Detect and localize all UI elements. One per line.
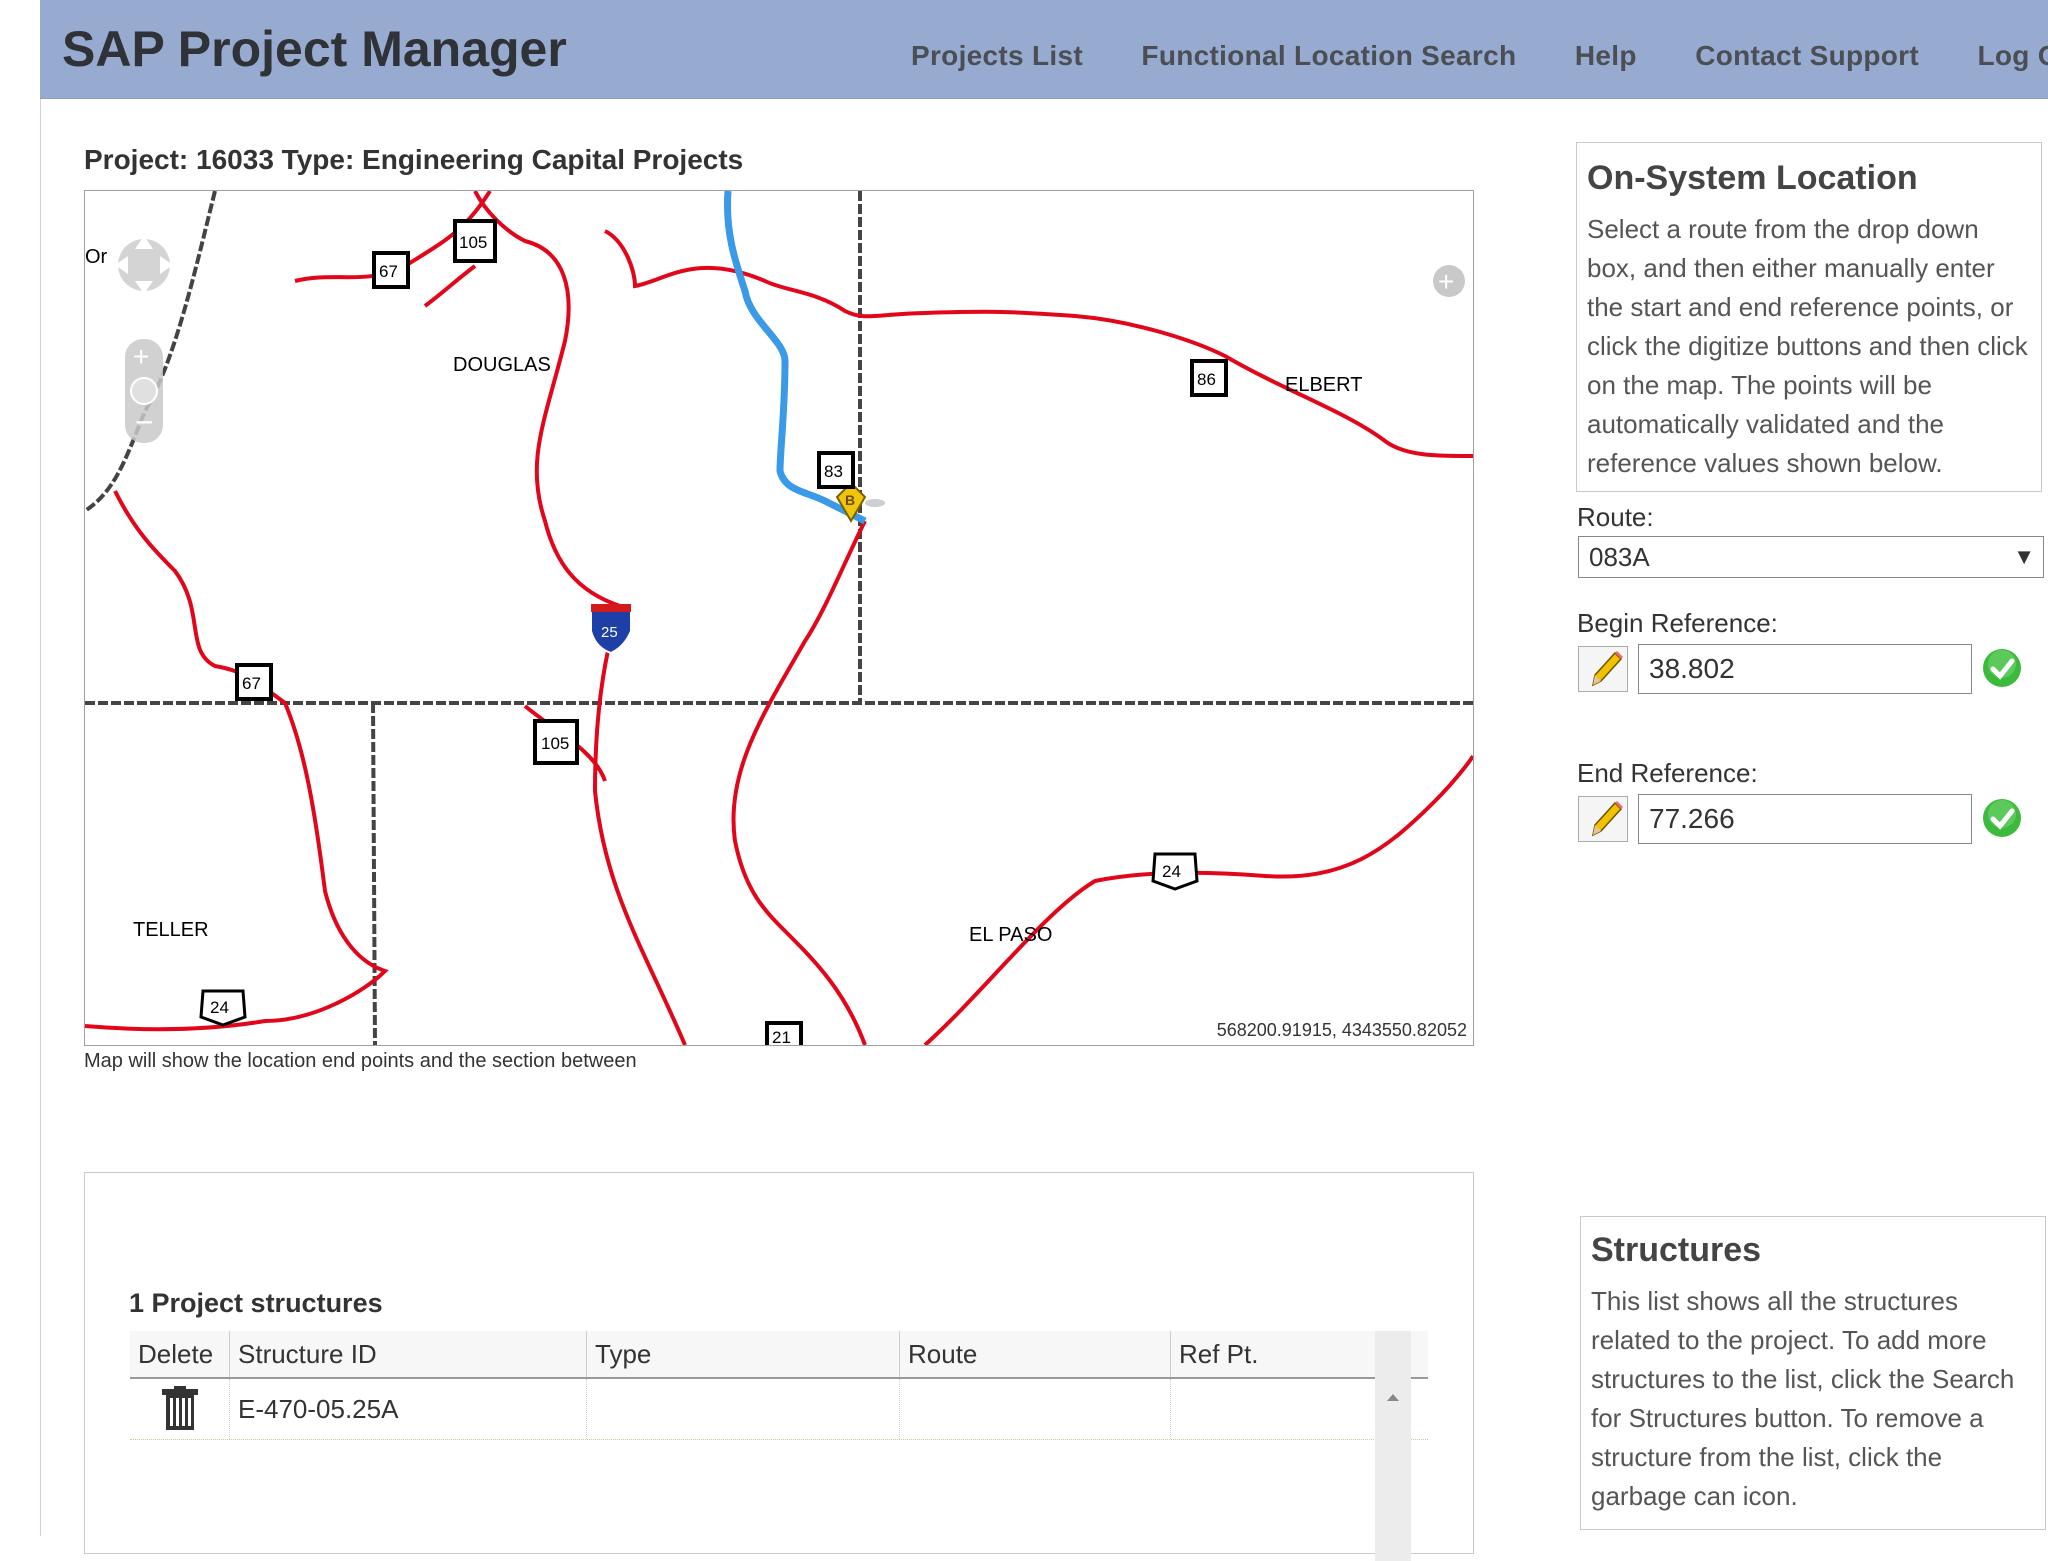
cell-route — [900, 1379, 1171, 1439]
map-canvas[interactable]: DOUGLAS ELBERT TELLER EL PASO Or 67 105 … — [85, 191, 1473, 1045]
svg-text:105: 105 — [541, 734, 569, 753]
cell-type — [587, 1379, 900, 1439]
svg-text:86: 86 — [1197, 370, 1216, 389]
marker-b-label: B — [845, 492, 855, 508]
top-nav: Projects List Functional Location Search… — [911, 40, 2048, 72]
end-reference-input[interactable]: 77.266 — [1638, 794, 1972, 844]
county-labels: DOUGLAS ELBERT TELLER EL PASO Or — [85, 246, 1362, 946]
nav-log-out[interactable]: Log Ou — [1977, 40, 2048, 72]
nav-contact-support[interactable]: Contact Support — [1695, 40, 1919, 72]
cell-structure-id: E-470-05.25A — [230, 1379, 587, 1439]
route-select-value: 083A — [1589, 542, 1650, 572]
map-viewport[interactable]: DOUGLAS ELBERT TELLER EL PASO Or 67 105 … — [84, 190, 1474, 1046]
cell-ref-pt — [1171, 1379, 1378, 1439]
county-label-el-paso: EL PASO — [969, 924, 1052, 946]
col-structure-id[interactable]: Structure ID — [230, 1331, 587, 1377]
pencil-icon — [1591, 801, 1623, 837]
trash-can-icon[interactable] — [160, 1386, 200, 1432]
col-ref-pt[interactable]: Ref Pt. — [1171, 1331, 1378, 1377]
nav-functional-location-search[interactable]: Functional Location Search — [1141, 40, 1516, 72]
begin-digitize-button[interactable] — [1578, 646, 1628, 692]
county-label-douglas: DOUGLAS — [453, 354, 551, 376]
zoom-out-icon[interactable]: − — [135, 404, 154, 440]
begin-reference-input[interactable]: 38.802 — [1638, 644, 1972, 694]
route-select[interactable]: 083A ▼ — [1578, 536, 2044, 578]
structures-help-panel: Structures This list shows all the struc… — [1580, 1216, 2046, 1530]
structures-panel-title: Structures — [1591, 1231, 1762, 1269]
col-route[interactable]: Route — [900, 1331, 1171, 1377]
structures-grid: Delete Structure ID Type Route Ref Pt. E… — [130, 1331, 1428, 1440]
structures-panel-description: This list shows all the structures relat… — [1591, 1286, 2015, 1511]
chevron-down-icon[interactable]: ▼ — [2013, 537, 2035, 577]
pencil-icon — [1591, 651, 1623, 687]
col-delete[interactable]: Delete — [130, 1331, 230, 1377]
road-network — [85, 191, 1473, 1045]
svg-text:83: 83 — [824, 462, 843, 481]
county-label-partial: Or — [85, 246, 108, 268]
grid-header: Delete Structure ID Type Route Ref Pt. — [130, 1331, 1428, 1379]
county-borders — [85, 191, 1473, 1045]
svg-text:25: 25 — [601, 624, 618, 641]
route-label: Route: — [1577, 502, 1654, 532]
table-row[interactable]: E-470-05.25A — [130, 1379, 1428, 1440]
zoom-world-icon[interactable] — [130, 377, 158, 405]
on-system-description: Select a route from the drop down box, a… — [1587, 214, 2028, 478]
begin-reference-label: Begin Reference: — [1577, 608, 1778, 638]
nav-help[interactable]: Help — [1575, 40, 1637, 72]
svg-text:105: 105 — [459, 233, 487, 252]
svg-text:21: 21 — [772, 1028, 791, 1045]
layer-switcher-plus-icon[interactable]: + — [1438, 266, 1454, 297]
zoom-in-icon[interactable]: + — [133, 341, 149, 372]
app-title: SAP Project Manager — [62, 21, 567, 77]
left-gutter — [0, 0, 41, 1536]
scroll-up-icon[interactable] — [1375, 1381, 1411, 1411]
route-shields: 67 105 86 83 25 67 105 24 24 21 — [199, 219, 1228, 1045]
structures-count: 1 Project structures — [129, 1288, 383, 1318]
map-zoom-controls: + − + — [115, 236, 1465, 443]
map-caption: Map will show the location end points an… — [84, 1050, 637, 1072]
county-label-elbert: ELBERT — [1285, 374, 1362, 396]
svg-text:67: 67 — [379, 262, 398, 281]
end-digitize-button[interactable] — [1578, 796, 1628, 842]
svg-text:24: 24 — [1162, 862, 1181, 881]
nav-projects-list[interactable]: Projects List — [911, 40, 1083, 72]
svg-text:67: 67 — [242, 674, 261, 693]
header-bar: SAP Project Manager Projects List Functi… — [40, 0, 2048, 99]
delete-cell — [130, 1379, 230, 1439]
end-reference-label: End Reference: — [1577, 758, 1758, 788]
on-system-title: On-System Location — [1587, 159, 1918, 197]
end-valid-check-icon — [1983, 799, 2021, 837]
svg-text:24: 24 — [210, 998, 229, 1017]
map-coordinates: 568200.91915, 4343550.82052 — [1216, 1020, 1467, 1040]
county-label-teller: TELLER — [133, 919, 209, 941]
project-title: Project: 16033 Type: Engineering Capital… — [84, 144, 744, 175]
on-system-location-panel: On-System Location Select a route from t… — [1576, 142, 2042, 492]
structures-grid-container: 1 Project structures Delete Structure ID… — [84, 1172, 1474, 1561]
begin-valid-check-icon — [1983, 649, 2021, 687]
col-type[interactable]: Type — [587, 1331, 900, 1377]
grid-scrollbar[interactable] — [1375, 1331, 1411, 1561]
